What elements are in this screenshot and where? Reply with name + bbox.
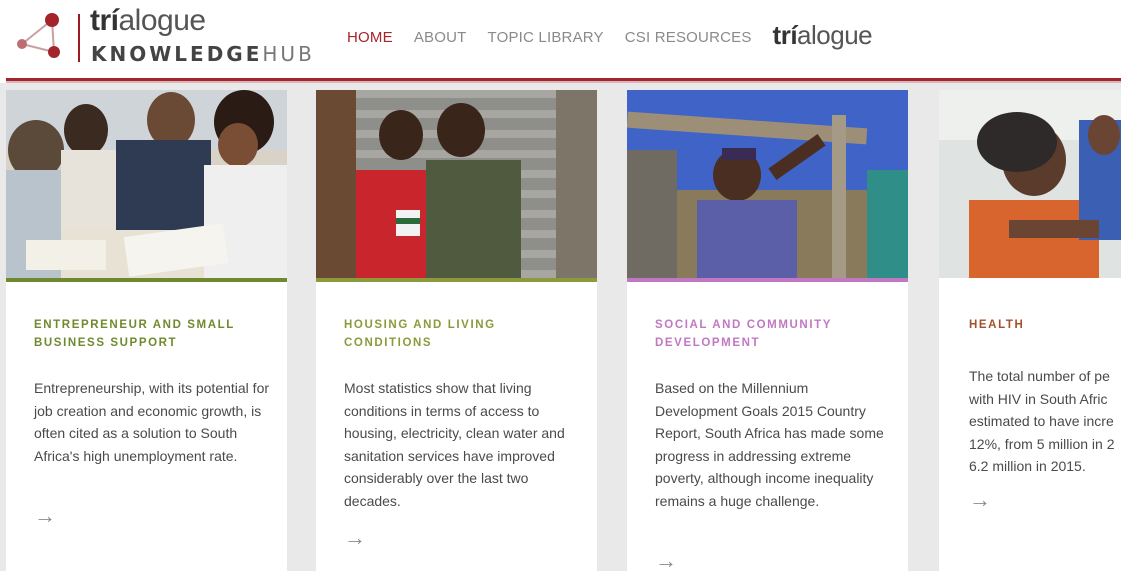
card-description: The total number of pe with HIV in South… xyxy=(969,368,1115,474)
topic-card-health[interactable]: HEALTH The total number of pe with HIV i… xyxy=(939,90,1121,571)
main-nav: HOME ABOUT TOPIC LIBRARY CSI RESOURCES t… xyxy=(347,20,873,51)
read-more-arrow-icon[interactable]: → xyxy=(344,525,366,551)
children-corrugated-wall-photo xyxy=(316,90,597,278)
card-title[interactable]: ENTREPRENEUR AND SMALL BUSINESS SUPPORT xyxy=(34,316,264,352)
card-title[interactable]: SOCIAL AND COMMUNITY DEVELOPMENT xyxy=(655,316,885,352)
card-accent-bar xyxy=(627,278,908,282)
knowledge-hub-logo[interactable]: tríalogue KNOWLEDGEHUB xyxy=(16,4,312,66)
read-more-arrow-icon[interactable]: → xyxy=(655,548,677,571)
logo-wordmark: tríalogue xyxy=(90,4,206,37)
card-title[interactable]: HOUSING AND LIVING CONDITIONS xyxy=(344,316,574,352)
site-header: tríalogue KNOWLEDGEHUB HOME ABOUT TOPIC … xyxy=(0,0,1121,83)
nav-about[interactable]: ABOUT xyxy=(414,29,467,46)
logo-divider xyxy=(78,14,80,62)
nav-trialogue-link[interactable]: tríalogue xyxy=(773,20,873,51)
woman-pointing-photo xyxy=(627,90,908,278)
nav-home[interactable]: HOME xyxy=(347,29,393,46)
card-description: Based on the Millennium Development Goal… xyxy=(655,380,884,509)
card-description: Most statistics show that living conditi… xyxy=(344,380,565,509)
elderly-woman-nurse-photo xyxy=(939,90,1121,278)
topic-card-housing[interactable]: HOUSING AND LIVING CONDITIONS Most stati… xyxy=(316,90,597,571)
nav-topic-library[interactable]: TOPIC LIBRARY xyxy=(488,29,604,46)
people-studying-photo xyxy=(6,90,287,278)
card-accent-bar xyxy=(6,278,287,282)
nav-csi-resources[interactable]: CSI RESOURCES xyxy=(625,29,752,46)
card-accent-bar xyxy=(316,278,597,282)
logo-network-icon xyxy=(17,13,60,58)
card-title[interactable]: HEALTH xyxy=(969,316,1121,334)
logo-subtitle: KNOWLEDGEHUB xyxy=(91,42,315,66)
topic-grid: ENTREPRENEUR AND SMALL BUSINESS SUPPORT … xyxy=(0,83,1121,571)
topic-card-entrepreneur[interactable]: ENTREPRENEUR AND SMALL BUSINESS SUPPORT … xyxy=(6,90,287,571)
read-more-arrow-icon[interactable]: → xyxy=(969,487,991,513)
topic-card-social[interactable]: SOCIAL AND COMMUNITY DEVELOPMENT Based o… xyxy=(627,90,908,571)
card-accent-bar xyxy=(939,278,1121,282)
read-more-arrow-icon[interactable]: → xyxy=(34,503,56,529)
card-description: Entrepreneurship, with its potential for… xyxy=(34,380,270,464)
